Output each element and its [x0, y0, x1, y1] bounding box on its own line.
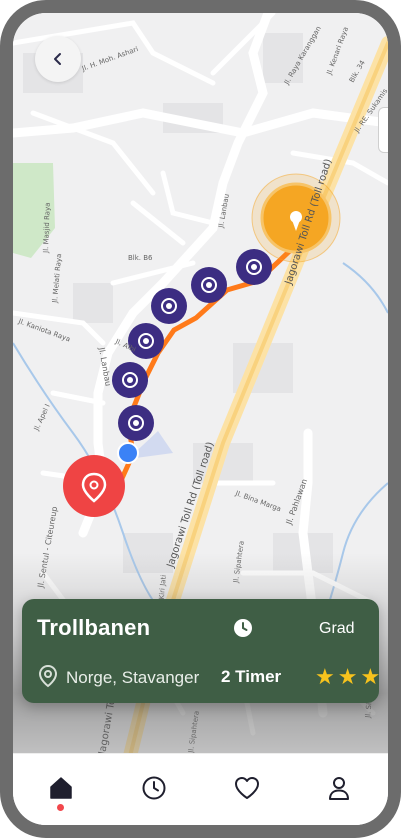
home-icon	[50, 777, 72, 799]
route-card[interactable]: Trollbanen Grad Norge, Stavanger 2 Timer…	[22, 599, 381, 703]
phone-frame: Jl. H. Moh. Ashari Jl. Raya Karanggan Jl…	[0, 0, 401, 838]
tab-profile[interactable]	[319, 768, 359, 808]
chevron-left-icon	[54, 53, 61, 65]
user-location-dot	[117, 442, 139, 464]
location-pin-icon	[38, 664, 58, 688]
tab-home[interactable]	[41, 768, 81, 808]
back-button[interactable]	[35, 36, 81, 82]
tab-favorites[interactable]	[227, 768, 267, 808]
map-canvas[interactable]: Jl. H. Moh. Ashari Jl. Raya Karanggan Jl…	[13, 13, 388, 825]
waypoint-marker[interactable]	[236, 249, 272, 285]
clock-icon	[234, 619, 252, 637]
waypoint-marker[interactable]	[151, 288, 187, 324]
waypoint-marker[interactable]	[112, 362, 148, 398]
active-tab-indicator	[57, 804, 64, 811]
grade-label: Grad	[319, 620, 355, 637]
waypoint-marker[interactable]	[191, 267, 227, 303]
heart-icon	[235, 777, 259, 799]
clock-icon	[142, 776, 166, 800]
bottom-tab-bar	[13, 753, 388, 825]
profile-icon	[329, 777, 349, 800]
start-location-marker[interactable]	[63, 455, 125, 517]
side-handle[interactable]	[378, 107, 388, 153]
map-view[interactable]: Jl. H. Moh. Ashari Jl. Raya Karanggan Jl…	[13, 13, 388, 825]
svg-text:Blk. B6: Blk. B6	[128, 254, 153, 262]
star-icon: ★	[337, 664, 358, 689]
tab-history[interactable]	[134, 768, 174, 808]
route-location: Norge, Stavanger	[66, 668, 200, 687]
route-title: Trollbanen	[37, 615, 151, 640]
route-duration: 2 Timer	[221, 667, 282, 686]
waypoint-marker[interactable]	[118, 405, 154, 441]
star-icon: ★	[315, 664, 335, 689]
rating-stars: ★ ★ ★	[315, 664, 381, 689]
star-icon: ★	[360, 664, 381, 689]
